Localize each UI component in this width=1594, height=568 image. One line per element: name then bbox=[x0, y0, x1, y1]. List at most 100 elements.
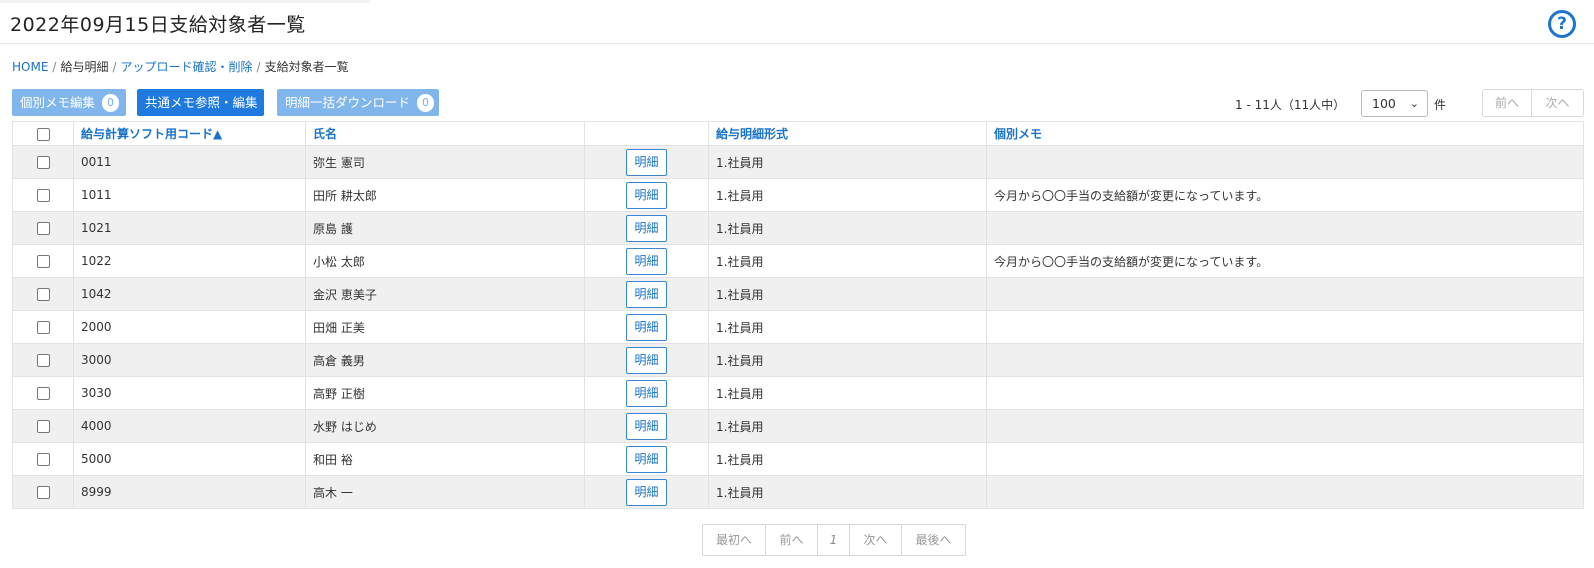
detail-button[interactable]: 明細 bbox=[626, 313, 667, 341]
breadcrumb-upload[interactable]: アップロード確認・削除 bbox=[121, 60, 253, 74]
bottom-pager: 最初へ 前へ 1 次へ 最後へ bbox=[702, 524, 966, 556]
cell-format: 1.社員用 bbox=[708, 211, 987, 245]
cell-detail: 明細 bbox=[584, 244, 709, 278]
row-checkbox[interactable] bbox=[36, 156, 50, 169]
cell-format: 1.社員用 bbox=[708, 178, 987, 212]
table-row: 4000 水野 はじめ 明細 1.社員用 bbox=[12, 409, 1584, 443]
table-row: 8999 高木 一 明細 1.社員用 bbox=[12, 475, 1584, 509]
cell-detail: 明細 bbox=[584, 376, 709, 410]
cell-format: 1.社員用 bbox=[708, 310, 987, 344]
detail-button[interactable]: 明細 bbox=[626, 181, 667, 209]
col-header-memo: 個別メモ bbox=[986, 121, 1584, 146]
cell-code: 2000 bbox=[73, 310, 306, 344]
cell-memo bbox=[986, 310, 1584, 344]
per-page-unit: 件 bbox=[1434, 98, 1447, 112]
cell-detail: 明細 bbox=[584, 343, 709, 377]
pager-next-button[interactable]: 次へ bbox=[850, 525, 902, 555]
breadcrumb-current: 支給対象者一覧 bbox=[264, 60, 349, 74]
table-row: 0011 弥生 憲司 明細 1.社員用 bbox=[12, 145, 1584, 179]
cell-name: 高野 正樹 bbox=[305, 376, 585, 410]
help-question-icon[interactable]: ? bbox=[1548, 10, 1576, 38]
detail-button[interactable]: 明細 bbox=[626, 214, 667, 242]
col-header-detail bbox=[584, 121, 709, 146]
row-select-cell bbox=[12, 145, 74, 179]
bulk-download-button[interactable]: 明細一括ダウンロード 0 bbox=[277, 89, 439, 116]
breadcrumb-separator: / bbox=[256, 60, 261, 74]
detail-button[interactable]: 明細 bbox=[626, 148, 667, 176]
page-header: 2022年09月15日支給対象者一覧 ? bbox=[0, 0, 1594, 44]
individual-memo-edit-label: 個別メモ編集 bbox=[20, 95, 96, 110]
shared-memo-label: 共通メモ参照・編集 bbox=[145, 95, 258, 110]
col-header-format: 給与明細形式 bbox=[708, 121, 987, 146]
cell-memo bbox=[986, 343, 1584, 377]
table-row: 1042 金沢 恵美子 明細 1.社員用 bbox=[12, 277, 1584, 311]
row-select-cell bbox=[12, 244, 74, 278]
row-checkbox[interactable] bbox=[36, 354, 50, 367]
row-checkbox[interactable] bbox=[36, 288, 50, 301]
row-checkbox[interactable] bbox=[36, 420, 50, 433]
row-checkbox[interactable] bbox=[36, 189, 50, 202]
row-select-cell bbox=[12, 277, 74, 311]
cell-format: 1.社員用 bbox=[708, 442, 987, 476]
detail-button[interactable]: 明細 bbox=[626, 478, 667, 506]
row-checkbox[interactable] bbox=[36, 387, 50, 400]
row-select-cell bbox=[12, 475, 74, 509]
table-row: 2000 田畑 正美 明細 1.社員用 bbox=[12, 310, 1584, 344]
col-header-code[interactable]: 給与計算ソフト用コード▲ bbox=[73, 121, 306, 146]
top-pager: 前へ 次へ bbox=[1482, 89, 1584, 117]
cell-memo bbox=[986, 277, 1584, 311]
cell-memo bbox=[986, 475, 1584, 509]
cell-code: 1011 bbox=[73, 178, 306, 212]
per-page-select[interactable]: 100 ⌄ bbox=[1361, 90, 1428, 117]
breadcrumb-payslip: 給与明細 bbox=[60, 60, 109, 74]
cell-code: 1022 bbox=[73, 244, 306, 278]
row-checkbox[interactable] bbox=[36, 321, 50, 334]
row-select-cell bbox=[12, 442, 74, 476]
cell-format: 1.社員用 bbox=[708, 409, 987, 443]
row-checkbox[interactable] bbox=[36, 486, 50, 499]
individual-memo-edit-button[interactable]: 個別メモ編集 0 bbox=[12, 89, 126, 116]
table-row: 3000 高倉 義男 明細 1.社員用 bbox=[12, 343, 1584, 377]
shared-memo-button[interactable]: 共通メモ参照・編集 bbox=[137, 89, 264, 116]
row-checkbox[interactable] bbox=[36, 222, 50, 235]
detail-button[interactable]: 明細 bbox=[626, 412, 667, 440]
cell-name: 和田 裕 bbox=[305, 442, 585, 476]
cell-name: 高倉 義男 bbox=[305, 343, 585, 377]
per-page-value: 100 bbox=[1372, 96, 1396, 111]
cell-detail: 明細 bbox=[584, 145, 709, 179]
detail-button[interactable]: 明細 bbox=[626, 280, 667, 308]
row-select-cell bbox=[12, 376, 74, 410]
download-count-badge: 0 bbox=[417, 93, 435, 112]
detail-button[interactable]: 明細 bbox=[626, 346, 667, 374]
pager-first-button[interactable]: 最初へ bbox=[703, 525, 766, 555]
chevron-down-icon: ⌄ bbox=[1409, 97, 1419, 110]
table-row: 3030 高野 正樹 明細 1.社員用 bbox=[12, 376, 1584, 410]
row-checkbox[interactable] bbox=[36, 255, 50, 268]
row-select-cell bbox=[12, 343, 74, 377]
row-checkbox[interactable] bbox=[36, 453, 50, 466]
cell-code: 4000 bbox=[73, 409, 306, 443]
cell-code: 3030 bbox=[73, 376, 306, 410]
detail-button[interactable]: 明細 bbox=[626, 445, 667, 473]
select-all-checkbox[interactable] bbox=[36, 127, 50, 141]
top-next-button[interactable]: 次へ bbox=[1531, 90, 1583, 116]
cell-memo bbox=[986, 376, 1584, 410]
breadcrumb-separator: / bbox=[52, 60, 57, 74]
cell-name: 弥生 憲司 bbox=[305, 145, 585, 179]
cell-code: 8999 bbox=[73, 475, 306, 509]
breadcrumb: HOME / 給与明細 / アップロード確認・削除 / 支給対象者一覧 bbox=[12, 58, 349, 75]
cell-memo bbox=[986, 211, 1584, 245]
pager-current-page: 1 bbox=[818, 525, 850, 555]
cell-detail: 明細 bbox=[584, 211, 709, 245]
cell-detail: 明細 bbox=[584, 277, 709, 311]
cell-memo bbox=[986, 442, 1584, 476]
pager-last-button[interactable]: 最後へ bbox=[902, 525, 965, 555]
cell-code: 1021 bbox=[73, 211, 306, 245]
top-prev-button[interactable]: 前へ bbox=[1483, 90, 1531, 116]
detail-button[interactable]: 明細 bbox=[626, 247, 667, 275]
breadcrumb-home[interactable]: HOME bbox=[12, 60, 48, 74]
detail-button[interactable]: 明細 bbox=[626, 379, 667, 407]
pager-prev-button[interactable]: 前へ bbox=[766, 525, 818, 555]
col-header-name: 氏名 bbox=[305, 121, 585, 146]
cell-name: 水野 はじめ bbox=[305, 409, 585, 443]
